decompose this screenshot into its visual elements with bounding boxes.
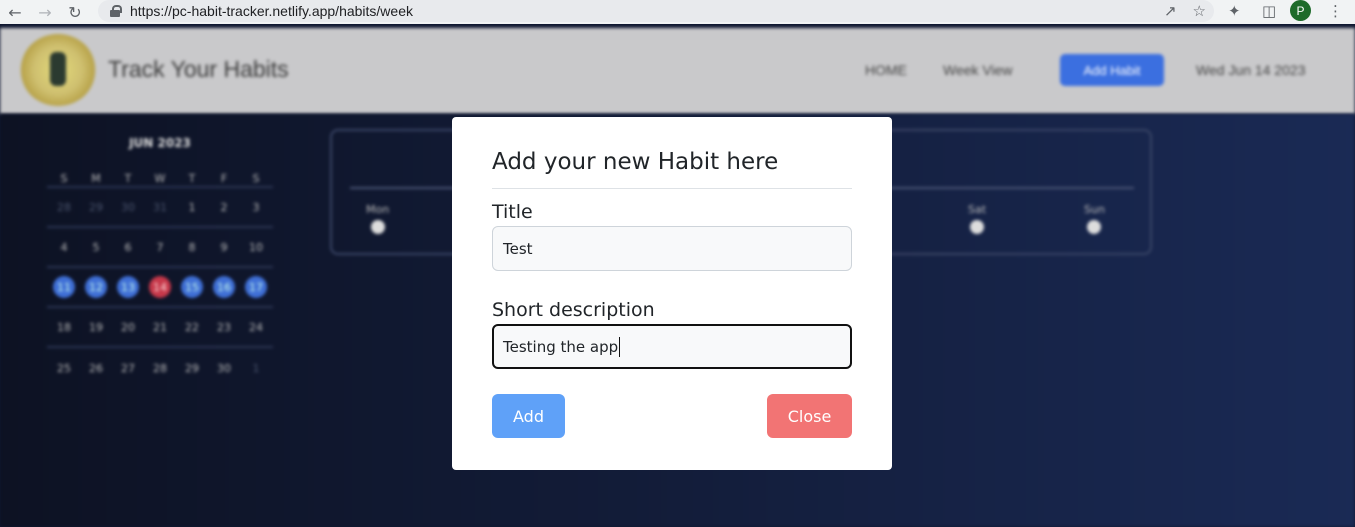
calendar-day[interactable]: 29	[181, 357, 203, 379]
habit-status-dot[interactable]	[370, 220, 385, 234]
calendar-day[interactable]: 20	[117, 316, 139, 338]
current-date: Wed Jun 14 2023	[1196, 62, 1306, 78]
add-habit-button[interactable]: Add Habit	[1060, 54, 1164, 86]
forward-arrow-icon[interactable]: →	[30, 0, 60, 24]
calendar-day[interactable]: 13	[117, 276, 139, 298]
calendar-day[interactable]: 6	[117, 236, 139, 258]
calendar-day[interactable]: 28	[149, 357, 171, 379]
weekday-label: T	[188, 171, 196, 185]
add-habit-modal: Add your new Habit here Title Test Short…	[452, 117, 892, 470]
browser-toolbar: ← → ↻ https://pc-habit-tracker.netlify.a…	[0, 0, 1355, 24]
calendar-day[interactable]: 18	[53, 316, 75, 338]
calendar-day[interactable]: 16	[213, 276, 235, 298]
calendar-day[interactable]: 31	[149, 196, 171, 218]
calendar-month-label: JUN 2023	[129, 136, 191, 150]
weekday-label: F	[220, 171, 228, 185]
weekday-name: Sat	[968, 203, 987, 216]
nav-week-view-link[interactable]: Week View	[943, 62, 1013, 78]
share-icon[interactable]: ↗	[1164, 2, 1177, 20]
calendar-day[interactable]: 12	[85, 276, 107, 298]
text-caret	[619, 336, 621, 357]
weekday-column: Sat	[968, 203, 986, 234]
weekday-label: T	[124, 171, 132, 185]
calendar-day[interactable]: 9	[213, 236, 235, 258]
habit-status-dot[interactable]	[970, 220, 985, 234]
calendar-day[interactable]: 19	[85, 316, 107, 338]
description-label: Short description	[492, 299, 655, 321]
calendar-day[interactable]: 25	[53, 357, 75, 379]
kebab-menu-icon[interactable]: ⋮	[1328, 2, 1343, 20]
title-input[interactable]: Test	[492, 226, 852, 271]
calendar-day[interactable]: 10	[245, 236, 267, 258]
bookmark-star-icon[interactable]: ☆	[1193, 2, 1206, 20]
calendar-weekday-row: S M T W T F S	[47, 170, 273, 188]
calendar-day[interactable]: 29	[85, 196, 107, 218]
calendar-day[interactable]: 2	[213, 196, 235, 218]
calendar-week-row: 18 19 20 21 22 23 24	[47, 308, 273, 348]
calendar-day[interactable]: 3	[245, 196, 267, 218]
calendar-day[interactable]: 1	[181, 196, 203, 218]
calendar-day[interactable]: 28	[53, 196, 75, 218]
url-text[interactable]: https://pc-habit-tracker.netlify.app/hab…	[130, 3, 413, 19]
reload-icon[interactable]: ↻	[60, 0, 90, 24]
habit-status-dot[interactable]	[1087, 220, 1102, 234]
app-logo	[20, 34, 96, 106]
calendar-day-today[interactable]: 14	[149, 276, 171, 298]
calendar-day[interactable]: 8	[181, 236, 203, 258]
calendar-week-row: 4 5 6 7 8 9 10	[47, 228, 273, 268]
back-arrow-icon[interactable]: ←	[0, 0, 30, 24]
description-input[interactable]: Testing the app	[492, 324, 852, 369]
app-header: Track Your Habits HOME Week View Add Hab…	[0, 28, 1355, 114]
weekday-label: W	[154, 171, 166, 185]
calendar-day[interactable]: 30	[117, 196, 139, 218]
calendar-day[interactable]: 27	[117, 357, 139, 379]
side-panel-icon[interactable]: ◫	[1262, 2, 1276, 20]
calendar-day[interactable]: 26	[85, 357, 107, 379]
calendar-day[interactable]: 11	[53, 276, 75, 298]
calendar-day[interactable]: 23	[213, 316, 235, 338]
description-input-value[interactable]: Testing the app	[503, 338, 618, 356]
add-button[interactable]: Add	[492, 394, 565, 438]
modal-divider	[492, 188, 852, 189]
extensions-puzzle-icon[interactable]: ✦	[1228, 2, 1241, 20]
weekday-column: Sun	[1084, 203, 1105, 234]
mini-calendar: JUN 2023 S M T W T F S 28 29 30 31 1 2 3…	[47, 136, 273, 388]
app-title: Track Your Habits	[108, 56, 289, 82]
lock-icon[interactable]	[110, 5, 122, 17]
calendar-day[interactable]: 17	[245, 276, 267, 298]
calendar-day[interactable]: 21	[149, 316, 171, 338]
calendar-day[interactable]: 30	[213, 357, 235, 379]
weekday-column: Mon	[366, 203, 389, 234]
profile-avatar[interactable]: P	[1290, 0, 1311, 21]
calendar-day[interactable]: 22	[181, 316, 203, 338]
nav-home-link[interactable]: HOME	[865, 62, 907, 78]
calendar-day[interactable]: 15	[181, 276, 203, 298]
address-bar[interactable]: https://pc-habit-tracker.netlify.app/hab…	[98, 0, 1214, 22]
weekday-label: M	[91, 171, 101, 185]
calendar-day[interactable]: 1	[245, 357, 267, 379]
weekday-name: Mon	[366, 203, 390, 216]
calendar-week-row-current: 11 12 13 14 15 16 17	[47, 268, 273, 308]
title-input-value[interactable]: Test	[503, 240, 533, 258]
calendar-week-row: 25 26 27 28 29 30 1	[47, 348, 273, 388]
title-label: Title	[492, 201, 533, 223]
calendar-day[interactable]: 5	[85, 236, 107, 258]
modal-title: Add your new Habit here	[492, 149, 779, 175]
calendar-day[interactable]: 24	[245, 316, 267, 338]
calendar-day[interactable]: 7	[149, 236, 171, 258]
calendar-day[interactable]: 4	[53, 236, 75, 258]
close-button[interactable]: Close	[767, 394, 852, 438]
weekday-label: S	[60, 171, 68, 185]
weekday-label: S	[252, 171, 260, 185]
weekday-name: Sun	[1084, 203, 1105, 216]
calendar-week-row: 28 29 30 31 1 2 3	[47, 188, 273, 228]
